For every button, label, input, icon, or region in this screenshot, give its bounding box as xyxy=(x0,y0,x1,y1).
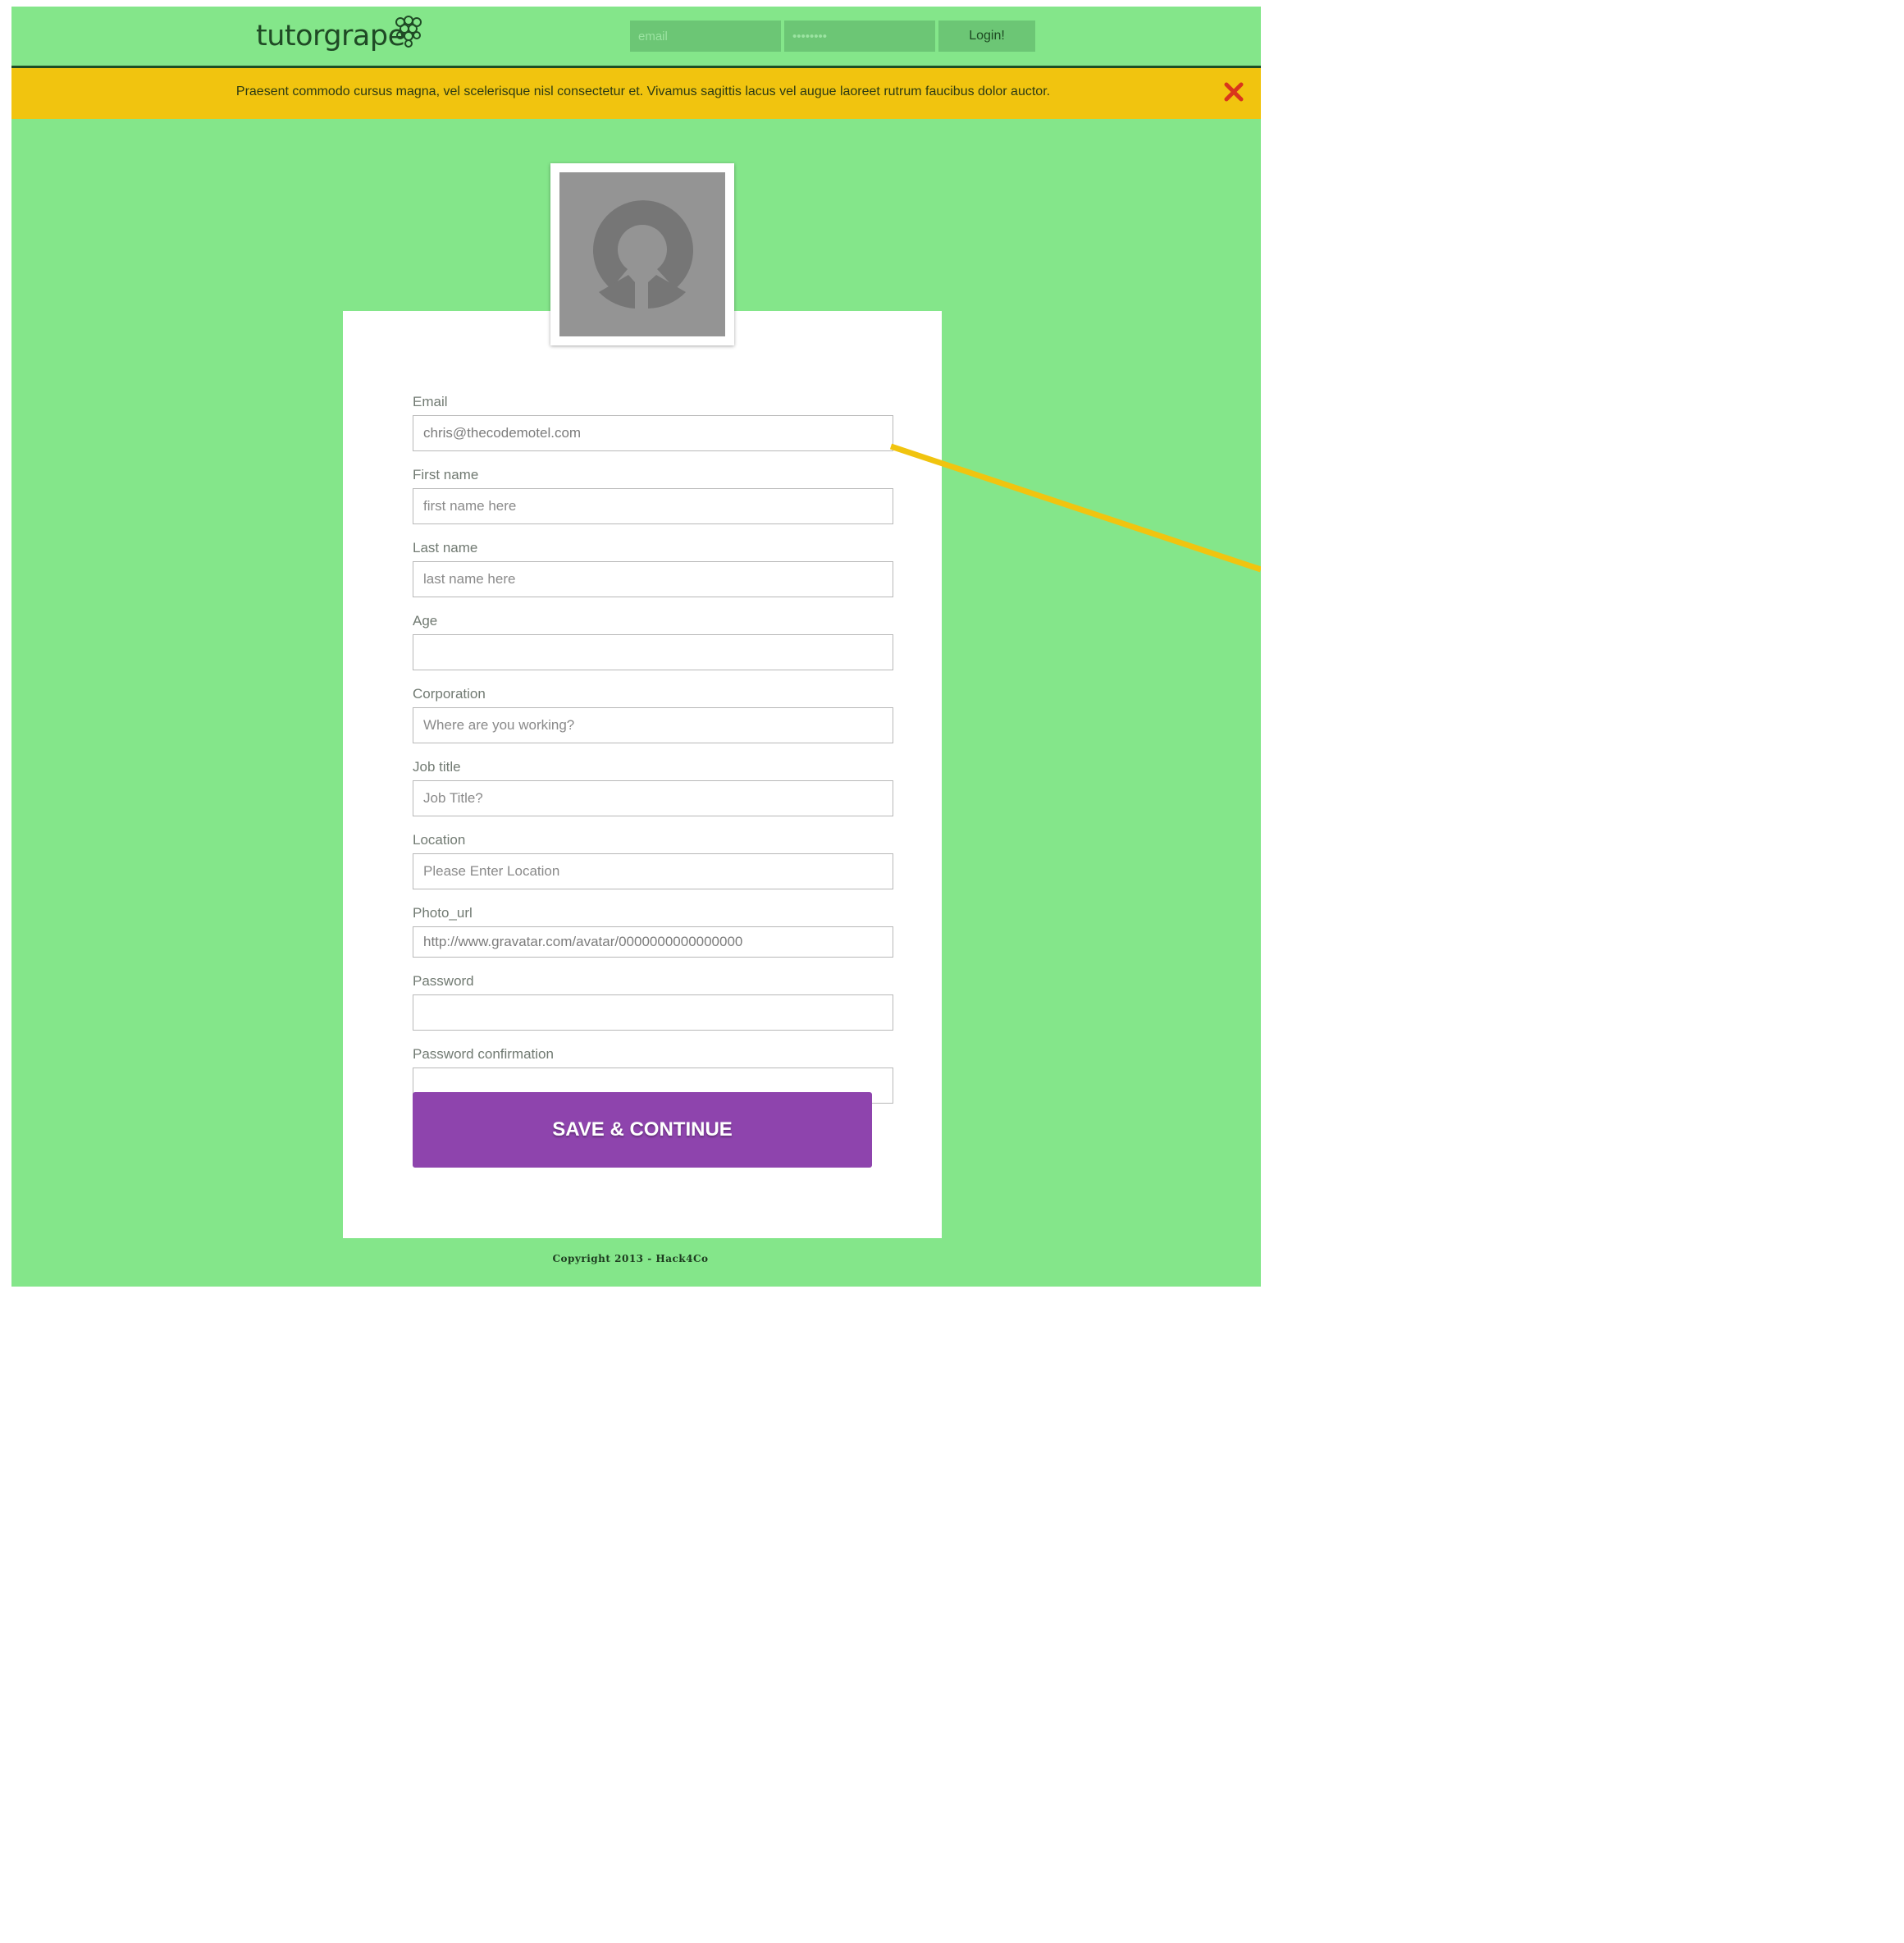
login-button[interactable]: Login! xyxy=(938,21,1035,52)
header: tutorgrape Login! xyxy=(11,7,1261,68)
save-continue-button[interactable]: SAVE & CONTINUE xyxy=(413,1092,872,1168)
corporation-label: Corporation xyxy=(413,686,486,702)
password-label: Password xyxy=(413,973,474,989)
logo[interactable]: tutorgrape xyxy=(256,20,405,53)
email-label: Email xyxy=(413,394,448,409)
corporation-field[interactable] xyxy=(413,707,893,743)
grape-icon xyxy=(395,16,422,48)
default-avatar-icon xyxy=(593,200,693,309)
login-email-input[interactable] xyxy=(630,21,781,52)
photo-url-label: Photo_url xyxy=(413,905,473,921)
page-background: tutorgrape Login! Praesent commodo cursu… xyxy=(11,7,1261,1287)
location-label: Location xyxy=(413,832,466,848)
password-confirmation-label: Password confirmation xyxy=(413,1046,554,1062)
job-title-label: Job title xyxy=(413,759,461,775)
alert-message: Praesent commodo cursus magna, vel scele… xyxy=(235,85,1051,98)
age-field[interactable] xyxy=(413,634,893,670)
last-name-label: Last name xyxy=(413,540,478,555)
profile-form: Email First name Last name Age Corporati… xyxy=(413,393,893,1118)
location-field[interactable] xyxy=(413,853,893,889)
age-label: Age xyxy=(413,613,438,629)
password-field[interactable] xyxy=(413,994,893,1031)
email-field[interactable] xyxy=(413,415,893,451)
first-name-field[interactable] xyxy=(413,488,893,524)
alert-banner: Praesent commodo cursus magna, vel scele… xyxy=(11,68,1261,119)
photo-url-field[interactable] xyxy=(413,926,893,958)
avatar-image xyxy=(559,172,725,336)
footer-copyright: Copyright 2013 - Hack4Co xyxy=(552,1253,709,1264)
login-password-input[interactable] xyxy=(784,21,935,52)
first-name-label: First name xyxy=(413,467,479,482)
close-icon[interactable] xyxy=(1221,80,1246,104)
last-name-field[interactable] xyxy=(413,561,893,597)
job-title-field[interactable] xyxy=(413,780,893,816)
avatar[interactable] xyxy=(550,163,734,345)
